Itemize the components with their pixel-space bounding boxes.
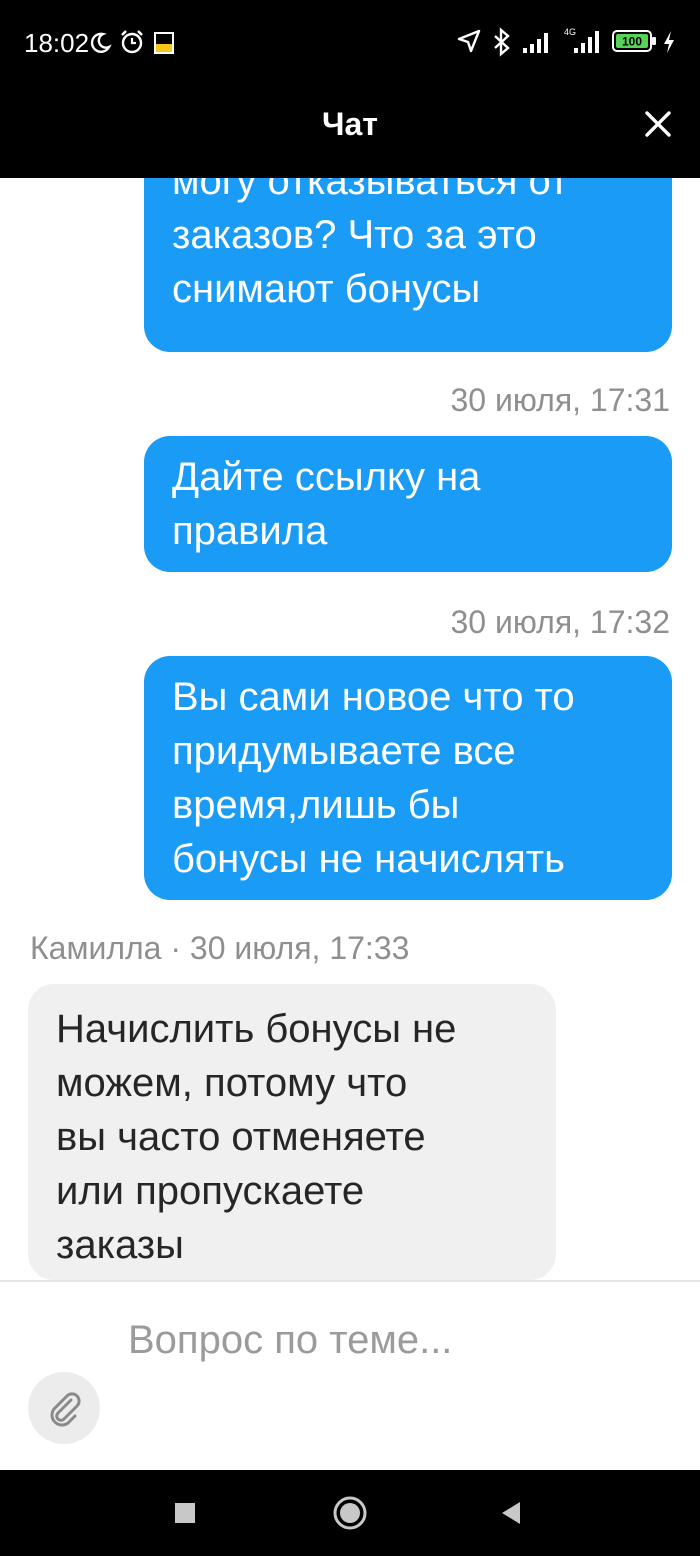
message-line: снимают бонусы	[172, 267, 481, 311]
message-line: Дайте ссылку на	[172, 455, 481, 499]
message-composer	[0, 1282, 700, 1470]
system-nav-bar	[0, 1470, 700, 1556]
signal-4g-icon: 4G	[564, 27, 599, 53]
message-line: вы часто отменяете	[56, 1115, 426, 1159]
recent-apps-button[interactable]	[162, 1490, 208, 1536]
message-input[interactable]	[128, 1312, 668, 1368]
message-line: или пропускаете	[56, 1169, 365, 1213]
message-line: время,лишь бы	[172, 783, 460, 827]
charging-icon	[664, 31, 674, 53]
message-bubble-outgoing[interactable]: могу отказываться от заказов? Что за это…	[144, 178, 672, 352]
back-icon	[502, 1502, 520, 1524]
message-bubble-outgoing[interactable]: Дайте ссылку на правила	[144, 436, 672, 572]
bluetooth-icon	[494, 27, 510, 57]
close-icon	[645, 111, 671, 137]
battery-level: 100	[622, 35, 642, 49]
message-sender-timestamp: Камилла · 30 июля, 17:33	[30, 930, 410, 966]
attach-button[interactable]	[28, 1372, 100, 1444]
battery-icon: 100	[612, 30, 656, 52]
page-title: Чат	[322, 106, 378, 142]
message-line: бонусы не начислять	[172, 837, 565, 881]
message-line: Начислить бонусы не	[56, 1007, 457, 1051]
back-button[interactable]	[488, 1490, 534, 1536]
chat-screen: 18:02 4G 100 Чат могу отказываться от за…	[0, 0, 700, 1556]
signal-icon	[523, 33, 548, 53]
message-timestamp: 30 июля, 17:31	[450, 382, 670, 418]
message-line: придумываете все	[172, 729, 516, 773]
moon-icon	[90, 32, 112, 53]
message-list[interactable]: могу отказываться от заказов? Что за это…	[0, 178, 700, 1280]
paperclip-icon	[50, 1392, 81, 1427]
message-line: Вы сами новое что то	[172, 675, 575, 719]
recent-apps-icon	[175, 1503, 195, 1523]
message-bubble-outgoing[interactable]: Вы сами новое что то придумываете все вр…	[144, 656, 672, 900]
chat-header: Чат	[0, 82, 700, 178]
notification-icon	[154, 32, 174, 54]
message-line: заказы	[56, 1223, 184, 1267]
close-button[interactable]	[636, 102, 680, 146]
message-timestamp: 30 июля, 17:32	[450, 604, 670, 640]
location-icon	[457, 29, 481, 53]
message-line: правила	[172, 509, 328, 553]
message-line: могу отказываться от	[172, 178, 569, 203]
message-line: заказов? Что за это	[172, 213, 537, 257]
home-button[interactable]	[327, 1490, 373, 1536]
home-icon	[333, 1496, 367, 1530]
alarm-icon	[121, 30, 143, 54]
status-time: 18:02	[24, 28, 90, 58]
message-bubble-incoming[interactable]: Начислить бонусы не можем, потому что вы…	[28, 984, 556, 1280]
message-line: можем, потому что	[56, 1061, 408, 1105]
network-type-label: 4G	[564, 27, 576, 37]
status-bar: 18:02 4G 100	[0, 0, 700, 82]
